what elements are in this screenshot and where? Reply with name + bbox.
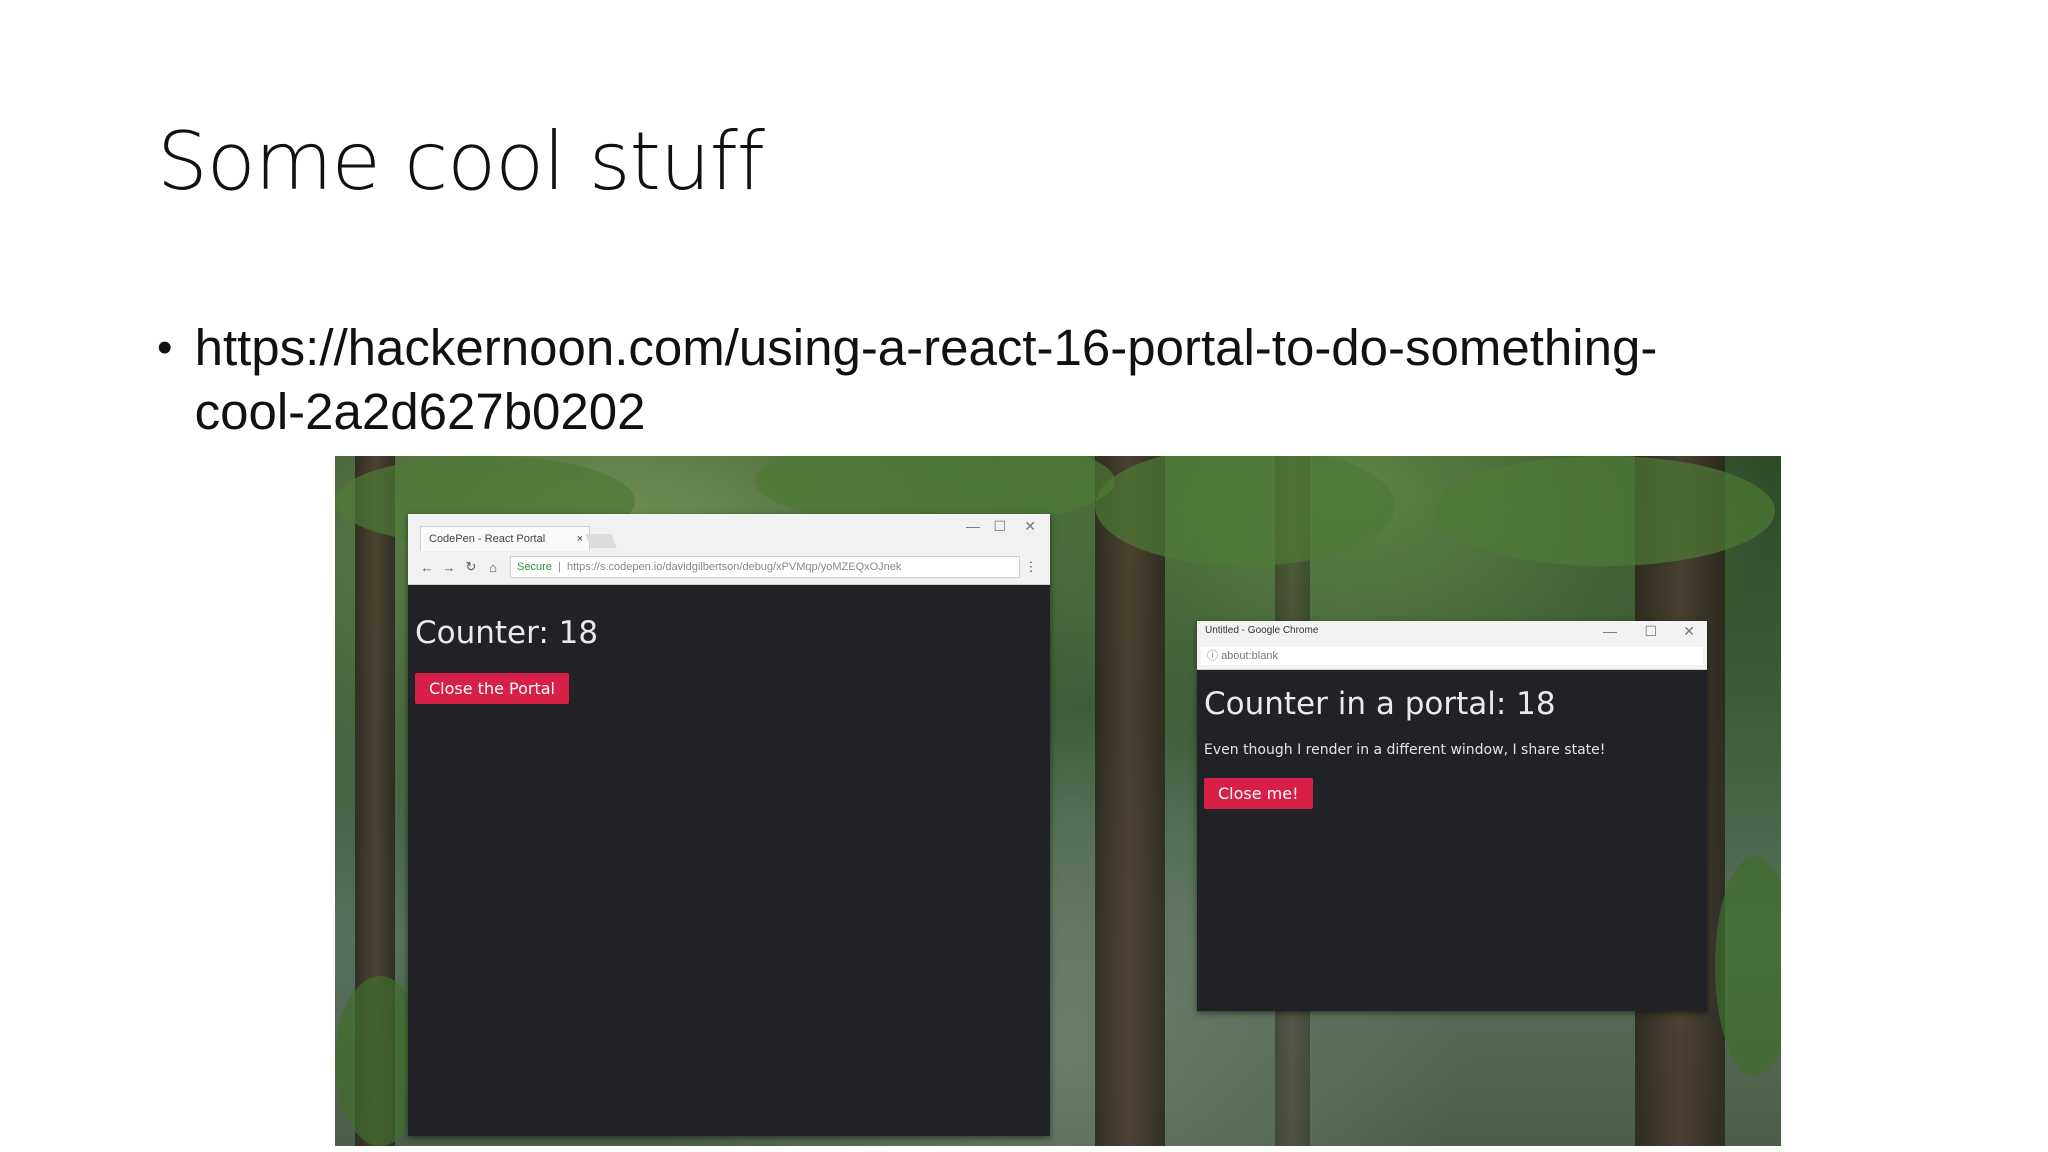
browser-toolbar: Untitled - Google Chrome — ☐ ✕ ⓘ about:b… bbox=[1197, 621, 1707, 670]
forest-screenshot: CodePen - React Portal × — ☐ ✕ ← → ↻ ⌂ S… bbox=[335, 456, 1781, 1146]
bullet-item: • https://hackernoon.com/using-a-react-1… bbox=[157, 316, 1897, 444]
close-me-button[interactable]: Close me! bbox=[1204, 778, 1313, 809]
new-tab-button[interactable] bbox=[585, 534, 617, 548]
tab-title: CodePen - React Portal bbox=[429, 533, 546, 545]
tab-close-icon[interactable]: × bbox=[577, 527, 583, 551]
maximize-icon[interactable]: ☐ bbox=[993, 518, 1006, 535]
back-icon[interactable]: ← bbox=[416, 560, 438, 575]
secure-label: Secure bbox=[517, 561, 552, 573]
minimize-icon[interactable]: — bbox=[1603, 623, 1617, 639]
home-icon[interactable]: ⌂ bbox=[482, 560, 504, 575]
close-icon[interactable]: ✕ bbox=[1024, 518, 1036, 535]
forward-icon[interactable]: → bbox=[438, 560, 460, 575]
bullet-link[interactable]: https://hackernoon.com/using-a-react-16-… bbox=[195, 316, 1897, 444]
url-text: about:blank bbox=[1221, 650, 1278, 662]
info-icon[interactable]: ⓘ bbox=[1207, 650, 1218, 662]
reload-icon[interactable]: ↻ bbox=[460, 559, 482, 575]
tree-trunk bbox=[1095, 456, 1165, 1146]
url-text: https://s.codepen.io/davidgilbertson/deb… bbox=[566, 561, 902, 573]
browser-window-codepen: CodePen - React Portal × — ☐ ✕ ← → ↻ ⌂ S… bbox=[408, 514, 1050, 1136]
portal-message: Even though I render in a different wind… bbox=[1204, 742, 1606, 758]
browser-tab[interactable]: CodePen - React Portal × bbox=[420, 526, 590, 551]
minimize-icon[interactable]: — bbox=[966, 518, 980, 534]
foliage bbox=[1435, 456, 1775, 566]
browser-window-portal: Untitled - Google Chrome — ☐ ✕ ⓘ about:b… bbox=[1197, 621, 1707, 1011]
address-row: ← → ↻ ⌂ Secure | https://s.codepen.io/da… bbox=[416, 556, 1042, 578]
browser-toolbar: CodePen - React Portal × — ☐ ✕ ← → ↻ ⌂ S… bbox=[408, 514, 1050, 585]
window-title: Untitled - Google Chrome bbox=[1205, 625, 1319, 636]
counter-heading: Counter: 18 bbox=[415, 615, 599, 651]
bullet-dot: • bbox=[157, 323, 173, 372]
menu-icon[interactable]: ⋮ bbox=[1020, 559, 1042, 575]
link-line-1[interactable]: https://hackernoon.com/using-a-react-16-… bbox=[195, 316, 1897, 380]
close-portal-button[interactable]: Close the Portal bbox=[415, 673, 569, 704]
address-bar[interactable]: ⓘ about:blank bbox=[1201, 647, 1703, 665]
close-icon[interactable]: ✕ bbox=[1683, 623, 1695, 640]
slide-title: Some cool stuff bbox=[157, 115, 765, 208]
link-line-2[interactable]: cool-2a2d627b0202 bbox=[195, 380, 1897, 444]
maximize-icon[interactable]: ☐ bbox=[1644, 623, 1657, 640]
portal-heading: Counter in a portal: 18 bbox=[1204, 686, 1556, 722]
address-bar[interactable]: Secure | https://s.codepen.io/davidgilbe… bbox=[510, 556, 1020, 578]
